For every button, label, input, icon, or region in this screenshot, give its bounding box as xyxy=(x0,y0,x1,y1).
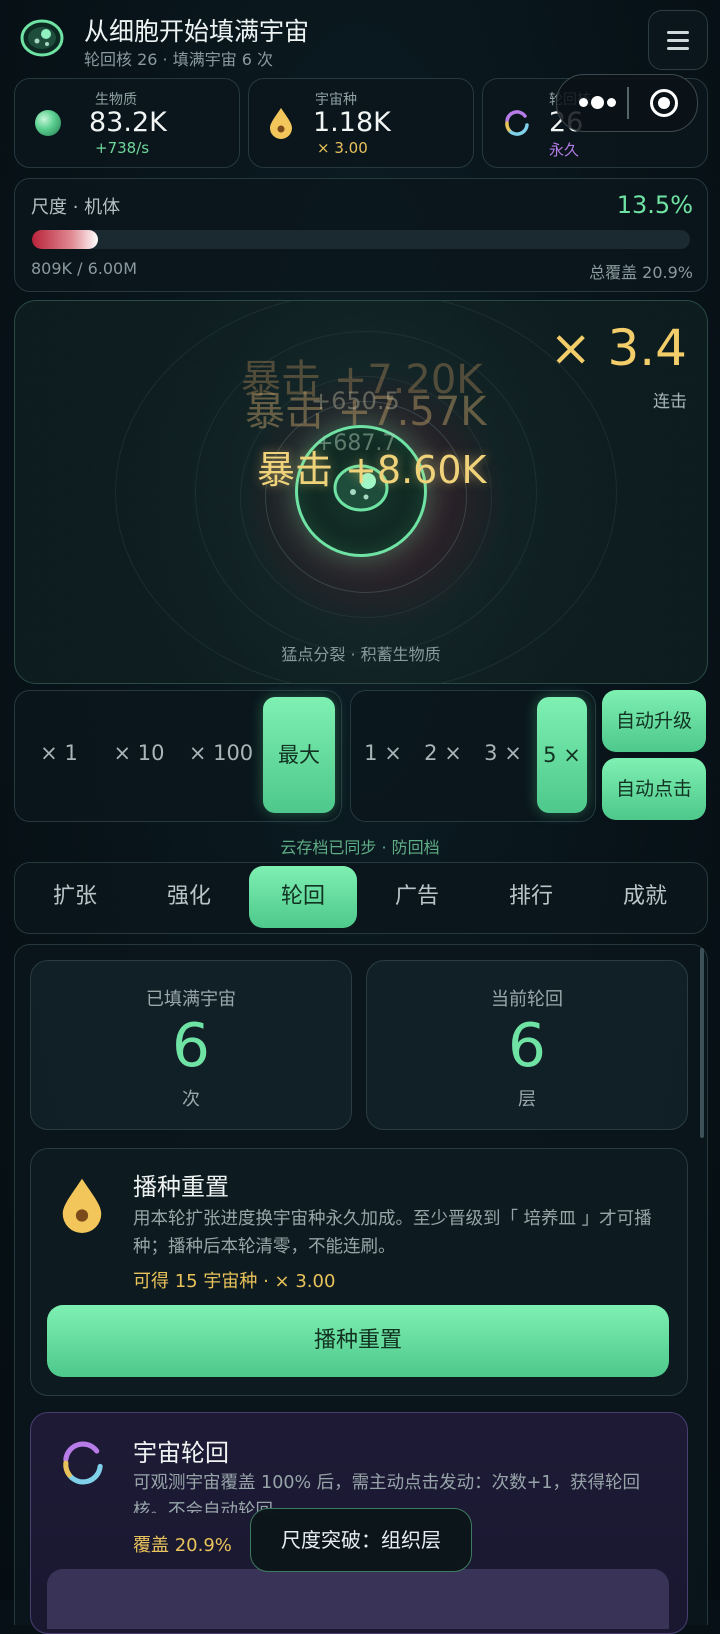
toast-notification: 尺度突破：组织层 xyxy=(250,1508,472,1572)
miniprogram-capsule xyxy=(556,74,698,132)
tab-enhance[interactable]: 强化 xyxy=(134,866,244,928)
card-description: 可观测宇宙覆盖 100% 后，需主动点击发动：次数+1，获得轮回核。不会自动轮回… xyxy=(133,1473,640,1513)
tap-area[interactable]: 暴击 +7.20K 暴击 +7.57K +650.5 +687.7 暴击 +8.… xyxy=(14,300,708,684)
stat-card-biomass: 生物质 83.2K +738/s xyxy=(14,78,240,168)
seed-drop-icon xyxy=(269,107,293,143)
seed-drop-icon xyxy=(61,1177,103,1237)
tab-reincarnation[interactable]: 轮回 xyxy=(249,866,357,928)
auto-upgrade-button[interactable]: 自动升级 xyxy=(602,690,706,752)
seed-reset-button[interactable]: 播种重置 xyxy=(47,1305,669,1377)
buy-max-option[interactable]: 最大 xyxy=(263,697,335,813)
more-dots-icon[interactable] xyxy=(577,95,627,111)
stat-value: 83.2K xyxy=(89,107,167,138)
speed-selector: 1 × 2 × 3 × 5 × xyxy=(350,690,596,822)
speed-3x-option[interactable]: 3 × xyxy=(475,741,531,765)
buy-amount-selector: × 1 × 10 × 100 最大 xyxy=(14,690,342,822)
buy-x100-option[interactable]: × 100 xyxy=(179,741,263,765)
stat-card-seeds: 宇宙种 1.18K × 3.00 xyxy=(248,78,474,168)
combo-label: 连击 xyxy=(653,392,687,412)
float-gain-text: +650.5 xyxy=(311,387,400,415)
seed-reward: 可得 15 宇宙种 · × 3.00 xyxy=(133,1271,336,1292)
speed-1x-option[interactable]: 1 × xyxy=(355,741,411,765)
current-cycle-card: 当前轮回 6 层 xyxy=(366,960,688,1130)
stat-permanent: 永久 xyxy=(549,141,580,159)
card-unit: 层 xyxy=(518,1089,536,1110)
stat-value: 1.18K xyxy=(313,107,391,138)
total-coverage: 总覆盖 20.9% xyxy=(589,263,693,282)
card-unit: 次 xyxy=(182,1089,200,1110)
cycle-icon xyxy=(59,1439,107,1491)
buy-x10-option[interactable]: × 10 xyxy=(101,741,177,765)
card-title: 播种重置 xyxy=(133,1173,229,1201)
scale-progress-fill xyxy=(32,230,98,249)
float-crit-text: 暴击 +8.60K xyxy=(257,448,487,492)
cycle-icon xyxy=(503,109,531,141)
scale-amount: 809K / 6.00M xyxy=(31,259,138,278)
scale-progress-bar xyxy=(32,230,690,249)
stat-multiplier: × 3.00 xyxy=(317,139,368,157)
tab-ads[interactable]: 广告 xyxy=(362,866,472,928)
menu-button[interactable] xyxy=(648,10,708,70)
biomass-orb-icon xyxy=(35,110,61,136)
tab-achievements[interactable]: 成就 xyxy=(590,866,700,928)
seed-reset-card: 播种重置 用本轮扩张进度换宇宙种永久加成。至少晋级到「 培养皿 」才可播种；播种… xyxy=(30,1148,688,1396)
card-description: 用本轮扩张进度换宇宙种永久加成。至少晋级到「 培养皿 」才可播种；播种后本轮清零… xyxy=(133,1209,652,1257)
tab-ranking[interactable]: 排行 xyxy=(476,866,586,928)
tab-expand[interactable]: 扩张 xyxy=(20,866,130,928)
app-title: 从细胞开始填满宇宙 xyxy=(84,17,310,46)
buy-x1-option[interactable]: × 1 xyxy=(21,741,97,765)
scale-percent: 13.5% xyxy=(616,191,693,219)
cosmic-cycle-button[interactable] xyxy=(47,1569,669,1629)
combo-multiplier: × 3.4 xyxy=(549,319,687,377)
speed-5x-option[interactable]: 5 × xyxy=(537,697,587,813)
card-label: 已填满宇宙 xyxy=(146,989,236,1010)
stat-label: 宇宙种 xyxy=(315,92,357,108)
scale-label: 尺度 · 机体 xyxy=(31,197,121,218)
cloud-sync-status: 云存档已同步 · 防回档 xyxy=(280,838,440,857)
speed-2x-option[interactable]: 2 × xyxy=(415,741,471,765)
universes-filled-card: 已填满宇宙 6 次 xyxy=(30,960,352,1130)
card-value: 6 xyxy=(171,1011,211,1081)
auto-tap-button[interactable]: 自动点击 xyxy=(602,758,706,820)
target-close-icon[interactable] xyxy=(649,88,679,118)
menu-icon xyxy=(667,31,689,34)
app-subtitle: 轮回核 26 · 填满宇宙 6 次 xyxy=(84,50,274,69)
tap-hint: 猛点分裂 · 积蓄生物质 xyxy=(281,645,441,664)
card-title: 宇宙轮回 xyxy=(133,1439,229,1467)
stat-rate: +738/s xyxy=(95,139,150,157)
scrollbar[interactable] xyxy=(700,948,704,1138)
app-logo-icon xyxy=(20,19,64,57)
cycle-coverage: 覆盖 20.9% xyxy=(133,1535,232,1556)
card-value: 6 xyxy=(507,1011,547,1081)
card-label: 当前轮回 xyxy=(491,989,563,1010)
stat-label: 生物质 xyxy=(95,92,137,108)
